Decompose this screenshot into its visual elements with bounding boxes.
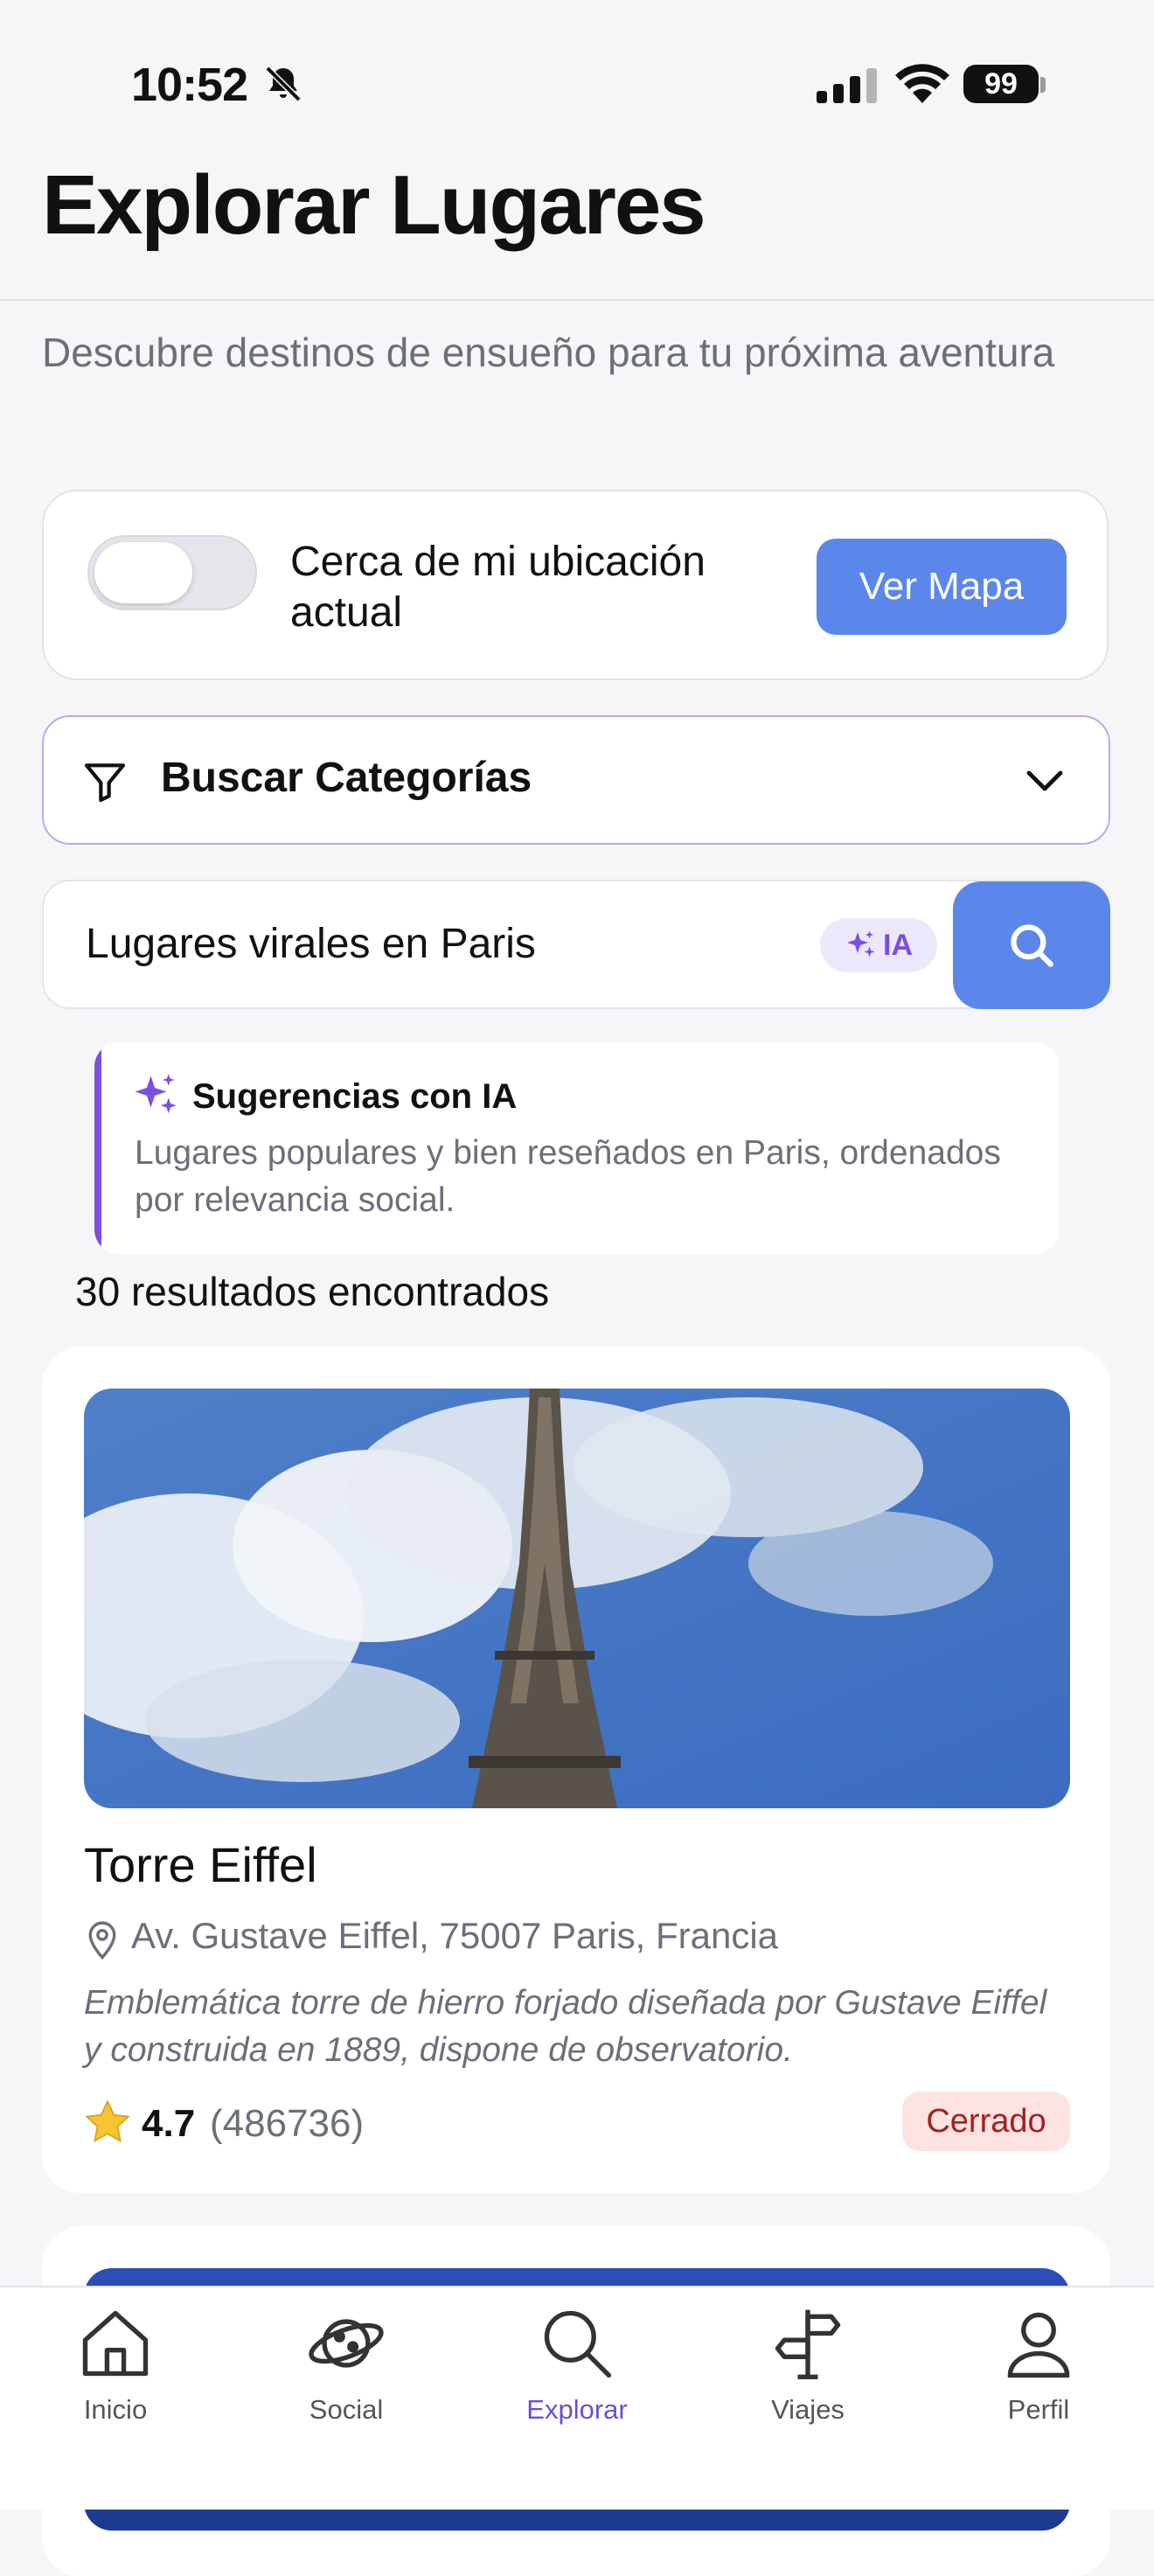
tab-label: Social — [309, 2394, 384, 2425]
ai-card-accent-bar — [94, 1042, 101, 1254]
planet-icon — [309, 2319, 384, 2368]
place-rating: 4.7 — [142, 2102, 196, 2145]
place-review-count: (486736) — [210, 2102, 365, 2145]
bell-off-icon — [265, 66, 302, 102]
ai-suggestion-title: Sugerencias con IA — [192, 1077, 518, 1116]
tab-label: Inicio — [83, 2394, 148, 2425]
page-title: Explorar Lugares — [42, 158, 706, 252]
tab-label: Perfil — [1007, 2394, 1070, 2425]
tab-label: Viajes — [771, 2394, 845, 2425]
toggle-knob — [94, 542, 192, 603]
tab-explorar[interactable]: Explorar — [490, 2303, 664, 2434]
place-address: Av. Gustave Eiffel, 75007 Paris, Francia — [131, 1915, 779, 1956]
search-icon — [544, 2310, 612, 2378]
ai-badge[interactable]: IA — [820, 918, 937, 972]
chevron-down-icon[interactable] — [1023, 764, 1067, 799]
tab-viajes[interactable]: Viajes — [720, 2303, 895, 2434]
tab-perfil[interactable]: Perfil — [951, 2303, 1126, 2434]
signal-icon — [817, 68, 877, 103]
tab-social[interactable]: Social — [259, 2303, 434, 2434]
sparkle-icon — [135, 1074, 177, 1114]
location-pin-icon — [88, 1921, 116, 1960]
home-icon — [82, 2310, 149, 2377]
location-toggle[interactable] — [87, 535, 257, 610]
filter-icon — [84, 763, 126, 803]
search-input-value[interactable]: Lugares virales en Paris — [86, 920, 536, 968]
place-description: Emblemática torre de hierro forjado dise… — [84, 1984, 1047, 2069]
signpost-icon — [775, 2309, 841, 2380]
user-icon — [1007, 2312, 1070, 2378]
status-time: 10:52 — [131, 59, 248, 111]
view-map-button[interactable]: Ver Mapa — [817, 539, 1067, 635]
results-count: 30 resultados encontrados — [75, 1269, 550, 1314]
tab-label: Explorar — [526, 2394, 628, 2425]
tab-inicio[interactable]: Inicio — [28, 2303, 203, 2434]
ai-badge-label: IA — [883, 928, 913, 962]
battery-icon: 99 — [963, 63, 1047, 107]
star-icon — [85, 2099, 130, 2143]
place-name[interactable]: Torre Eiffel — [84, 1836, 317, 1893]
location-label: Cerca de mi ubicación actual — [290, 539, 706, 636]
search-icon — [1011, 924, 1053, 967]
ai-suggestion-body: Lugares populares y bien reseñados en Pa… — [135, 1134, 1001, 1219]
sparkle-icon — [847, 930, 875, 957]
place-image[interactable] — [84, 1389, 1070, 1808]
search-button[interactable] — [953, 881, 1110, 1009]
status-badge: Cerrado — [902, 2092, 1070, 2151]
wifi-icon — [895, 64, 949, 103]
category-label: Buscar Categorías — [161, 755, 532, 801]
header-divider — [0, 299, 1154, 301]
page-subtitle: Descubre destinos de ensueño para tu pró… — [42, 330, 1055, 375]
battery-level: 99 — [963, 65, 1039, 103]
